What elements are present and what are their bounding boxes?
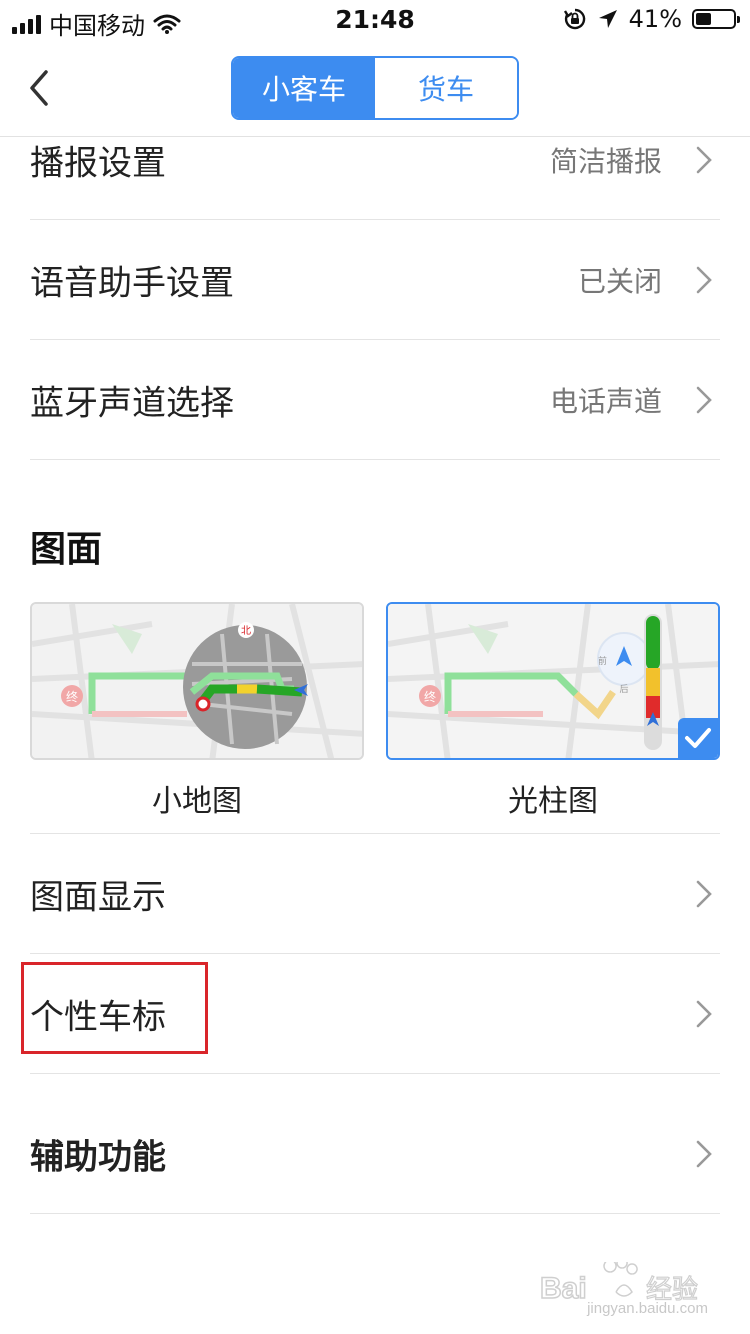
mini-map-preview: 终 北 — [32, 604, 362, 758]
settings-row-map-display[interactable]: 图面显示 — [30, 834, 720, 954]
row-label: 辅助功能 — [30, 1137, 166, 1177]
chevron-right-icon — [696, 880, 712, 907]
side-label-a: 前 — [598, 655, 607, 667]
chevron-right-icon — [696, 1000, 712, 1027]
poi-label: 终 — [424, 689, 436, 704]
mode-card-light-bar[interactable]: 终 前 后 — [386, 602, 720, 760]
chevron-right-icon — [696, 386, 712, 413]
poi-label: 终 — [66, 689, 78, 704]
mode-card-mini-map[interactable]: 终 北 — [30, 602, 364, 760]
mode-label-mini-map: 小地图 — [152, 784, 242, 819]
settings-row-broadcast[interactable]: 播报设置 简洁播报 — [30, 100, 720, 220]
row-value: 电话声道 — [549, 384, 662, 418]
status-bar: 中国移动 21:48 41% — [0, 0, 750, 40]
svg-text:Bai: Bai — [540, 1272, 587, 1305]
row-label: 图面显示 — [30, 877, 166, 917]
chevron-right-icon — [696, 1140, 712, 1167]
location-arrow-icon — [598, 10, 617, 28]
north-label: 北 — [241, 625, 251, 637]
row-label: 播报设置 — [30, 143, 166, 184]
selected-check-icon — [678, 718, 718, 758]
row-value: 简洁播报 — [549, 145, 662, 178]
battery-percent: 41% — [628, 5, 682, 33]
row-label: 蓝牙声道选择 — [30, 383, 234, 423]
row-label: 语音助手设置 — [30, 263, 234, 303]
side-label-b: 后 — [619, 684, 628, 695]
mode-label-light-bar: 光柱图 — [508, 784, 598, 819]
chevron-right-icon — [696, 146, 712, 174]
orientation-lock-icon — [563, 8, 585, 30]
section-title: 图面 — [30, 529, 103, 570]
row-value: 已关闭 — [577, 264, 662, 298]
highlight-annotation-box — [21, 962, 208, 1054]
settings-row-voice-assistant[interactable]: 语音助手设置 已关闭 — [30, 220, 720, 340]
light-bar-preview: 终 前 后 — [388, 604, 718, 758]
settings-row-accessibility[interactable]: 辅助功能 — [30, 1094, 720, 1214]
battery-icon — [692, 9, 740, 29]
settings-row-bluetooth-channel[interactable]: 蓝牙声道选择 电话声道 — [30, 340, 720, 460]
chevron-right-icon — [696, 266, 712, 293]
watermark-url: jingyan.baidu.com — [587, 1300, 708, 1317]
